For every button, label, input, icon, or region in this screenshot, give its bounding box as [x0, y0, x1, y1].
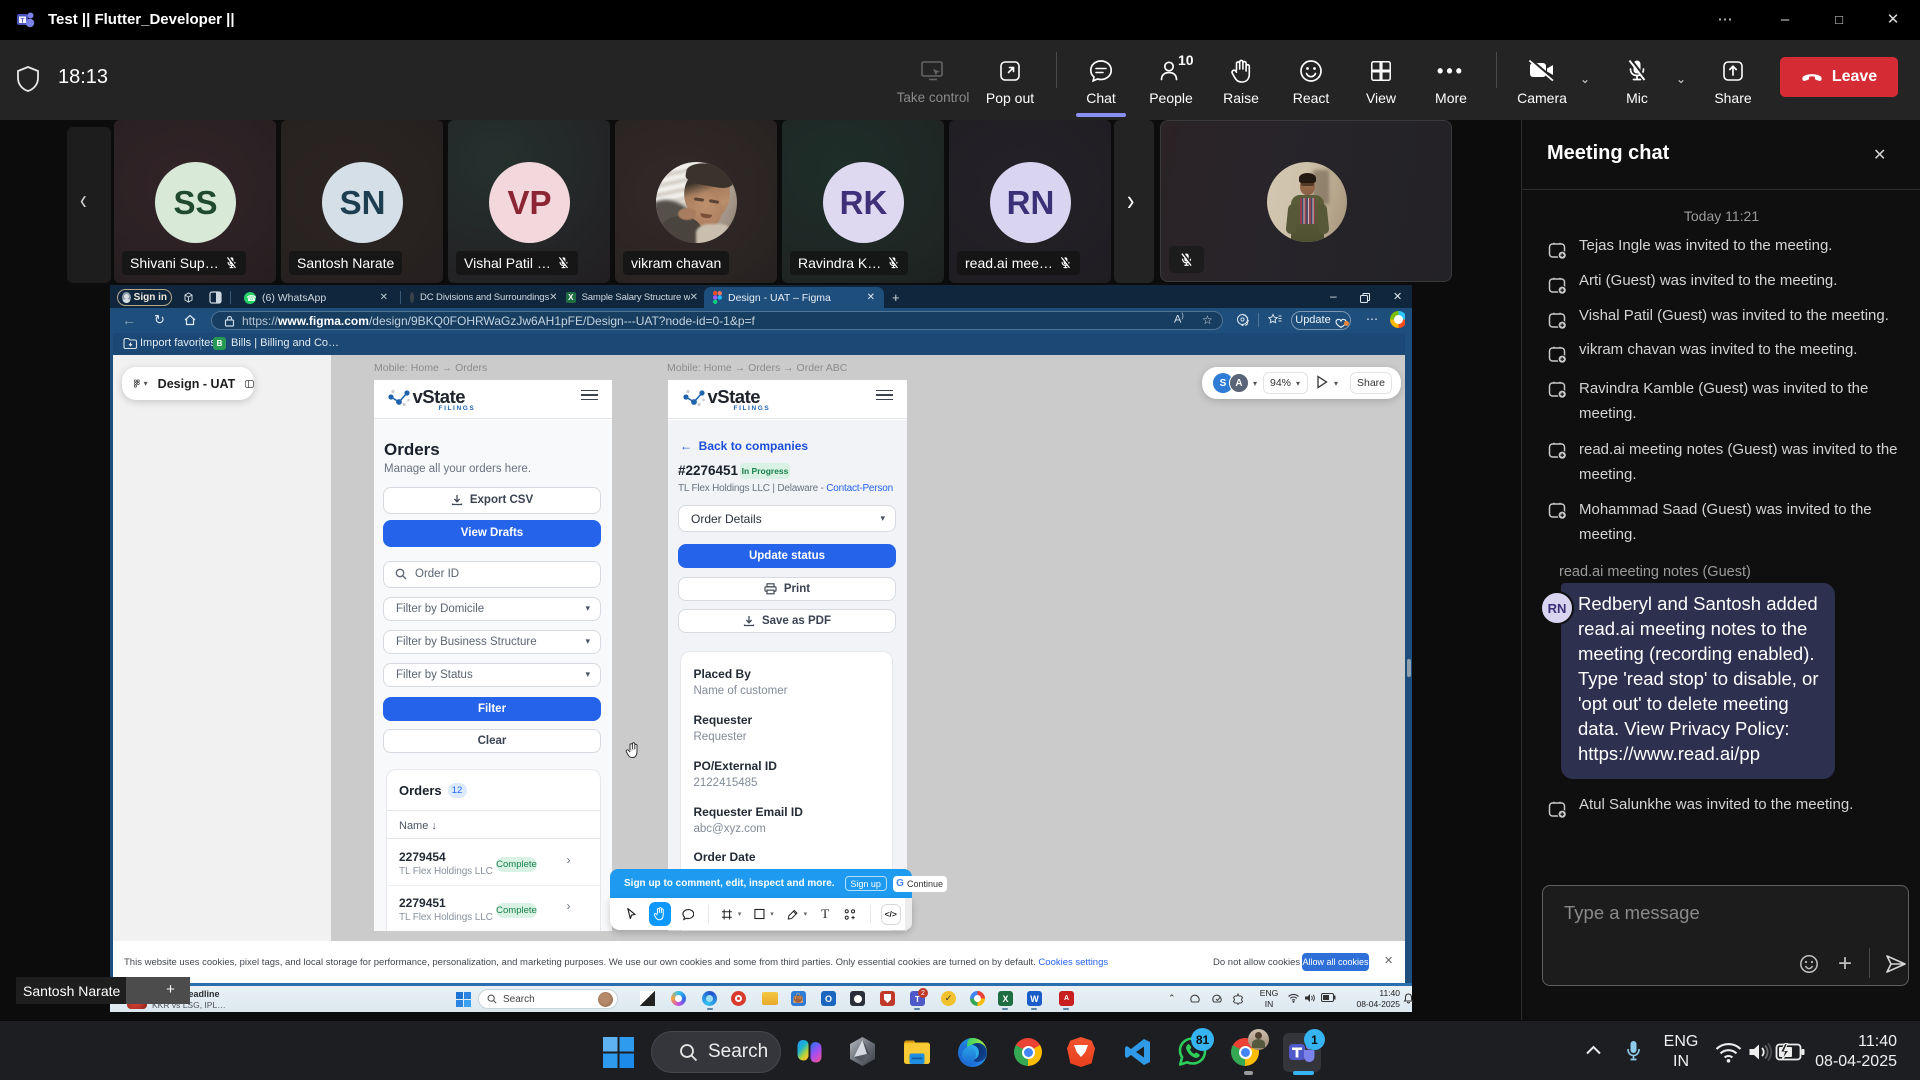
svg-text:T: T: [21, 17, 25, 24]
